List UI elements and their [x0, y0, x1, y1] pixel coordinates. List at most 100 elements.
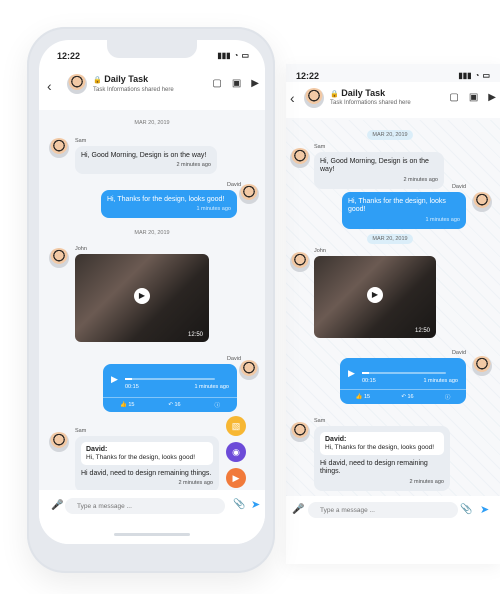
reply-icon: ↶ — [401, 394, 406, 400]
video-call-icon[interactable]: ▶ — [488, 92, 496, 103]
message-input[interactable] — [65, 498, 225, 514]
avatar — [239, 360, 259, 380]
chat-thread: MAR 20, 2019 Sam Hi, Good Morning, Desig… — [286, 120, 500, 496]
date-separator: MAR 20, 2019 — [134, 120, 170, 126]
message-actions: 👍 15 ↶ 16 ⓘ — [103, 397, 237, 412]
video-message[interactable]: ▶ 12:50 — [75, 254, 209, 342]
camera-button[interactable]: ◉ — [226, 442, 246, 462]
status-time: 12:22 — [57, 51, 81, 61]
message-bubble[interactable]: David: Hi, Thanks for the design, looks … — [75, 436, 219, 493]
video-call-icon[interactable]: ▶ — [251, 78, 259, 89]
microphone-icon[interactable]: 🎤 — [292, 504, 304, 515]
message-input[interactable] — [308, 502, 458, 518]
back-icon[interactable]: ‹ — [290, 90, 295, 106]
sender-name: David — [451, 350, 466, 356]
voice-message[interactable]: ▶ 00:15 1 minutes ago 👍 15 ↶ 16 ⓘ — [103, 364, 237, 412]
avatar — [67, 74, 87, 94]
gallery-button[interactable]: ▧ — [226, 416, 246, 436]
avatar — [290, 148, 310, 168]
like-action[interactable]: 👍 15 — [120, 402, 135, 408]
message-bubble[interactable]: Hi, Good Morning, Design is on the way! … — [314, 152, 444, 189]
message-bubble[interactable]: Hi, Thanks for the design, looks good! 1… — [101, 190, 237, 219]
message-time: 2 minutes ago — [409, 478, 444, 485]
microphone-icon[interactable]: 🎤 — [51, 500, 63, 511]
like-action[interactable]: 👍 15 — [356, 394, 371, 400]
composer: 🎤 📎 ➤ — [286, 496, 500, 564]
status-bar: 12:22 ▮▮▮ ◔ ▭ — [39, 48, 265, 64]
avatar — [49, 432, 69, 452]
quoted-message: David: Hi, Thanks for the design, looks … — [320, 432, 444, 455]
message-time: 2 minutes ago — [178, 480, 213, 487]
status-icons: ▮▮▮ ◔ ▭ — [217, 51, 249, 60]
back-icon[interactable]: ‹ — [47, 78, 52, 94]
sender-name: Sam — [314, 418, 326, 424]
avatar — [472, 192, 492, 212]
avatar — [49, 248, 69, 268]
voice-progress[interactable] — [125, 378, 215, 380]
date-separator: MAR 20, 2019 — [367, 234, 413, 244]
message-time: 1 minutes ago — [423, 378, 458, 384]
header-actions: ▢ ▣ ▶ — [449, 92, 496, 103]
thumb-up-icon: 👍 — [355, 394, 363, 400]
video-duration: 12:50 — [414, 328, 430, 334]
date-separator: MAR 20, 2019 — [367, 130, 413, 140]
play-icon[interactable]: ▶ — [348, 368, 355, 379]
quote-text: Hi, Thanks for the design, looks good! — [325, 444, 434, 451]
signal-icon: ▮▮▮ — [217, 51, 231, 60]
reply-action[interactable]: ↶ 16 — [401, 394, 413, 400]
message-time: 2 minutes ago — [176, 162, 211, 169]
status-icons: ▮▮▮ ◔ ▭ — [458, 71, 490, 80]
message-text: Hi, Thanks for the design, looks good! — [348, 198, 446, 214]
message-text: Hi david, need to design remaining thing… — [320, 460, 428, 476]
play-icon[interactable]: ▶ — [367, 287, 383, 304]
lock-icon: 🔒 — [93, 77, 102, 84]
message-bubble[interactable]: David: Hi, Thanks for the design, looks … — [314, 426, 450, 491]
lock-icon: 🔒 — [330, 91, 339, 98]
video-message[interactable]: ▶ 12:50 — [314, 256, 436, 338]
sender-name: David — [226, 356, 241, 362]
clipboard-icon[interactable]: ▣ — [469, 92, 478, 103]
play-icon[interactable]: ▶ — [111, 374, 118, 385]
thumb-up-icon: 👍 — [119, 402, 127, 408]
sender-name: John — [314, 248, 326, 254]
play-icon[interactable]: ▶ — [134, 288, 150, 305]
message-text: Hi david, need to design remaining thing… — [81, 470, 212, 477]
voice-progress-fill — [362, 372, 369, 374]
voice-message[interactable]: ▶ 00:15 1 minutes ago 👍 15 ↶ 16 ⓘ — [340, 358, 466, 404]
message-time: 1 minutes ago — [425, 216, 460, 223]
reply-action[interactable]: ↶ 16 — [168, 402, 180, 408]
paperclip-icon[interactable]: 📎 — [233, 499, 245, 510]
message-bubble[interactable]: Hi, Good Morning, Design is on the way! … — [75, 146, 217, 175]
message-time: 1 minutes ago — [196, 206, 231, 213]
signal-icon: ▮▮▮ — [458, 71, 472, 80]
send-icon[interactable]: ➤ — [251, 498, 260, 511]
quote-author: David: — [325, 436, 347, 443]
avatar — [304, 88, 324, 108]
video-button[interactable]: ▶ — [226, 468, 246, 488]
date-separator: MAR 20, 2019 — [134, 230, 170, 236]
info-icon[interactable]: ⓘ — [445, 393, 451, 401]
sender-name: Sam — [75, 428, 87, 434]
reply-icon: ↶ — [168, 402, 173, 408]
avatar — [239, 184, 259, 204]
avatar — [49, 138, 69, 158]
image-icon: ▧ — [231, 421, 241, 431]
video-icon: ▶ — [232, 473, 240, 483]
chat-icon[interactable]: ▢ — [212, 78, 221, 89]
quote-text: Hi, Thanks for the design, looks good! — [86, 454, 195, 461]
message-bubble[interactable]: Hi, Thanks for the design, looks good! 1… — [342, 192, 466, 229]
composer: 🎤 📎 ➤ — [39, 490, 265, 544]
voice-progress[interactable] — [362, 372, 446, 374]
sender-name: John — [75, 246, 87, 252]
avatar — [290, 422, 310, 442]
clipboard-icon[interactable]: ▣ — [232, 78, 241, 89]
info-icon[interactable]: ⓘ — [215, 401, 221, 409]
quoted-message: David: Hi, Thanks for the design, looks … — [81, 442, 213, 465]
chat-subtitle: Task Informations shared here — [330, 100, 411, 106]
chat-icon[interactable]: ▢ — [449, 92, 458, 103]
paperclip-icon[interactable]: 📎 — [460, 504, 472, 515]
message-time: 2 minutes ago — [403, 176, 438, 183]
avatar — [472, 356, 492, 376]
send-icon[interactable]: ➤ — [480, 503, 489, 516]
battery-icon: ▭ — [241, 51, 249, 60]
